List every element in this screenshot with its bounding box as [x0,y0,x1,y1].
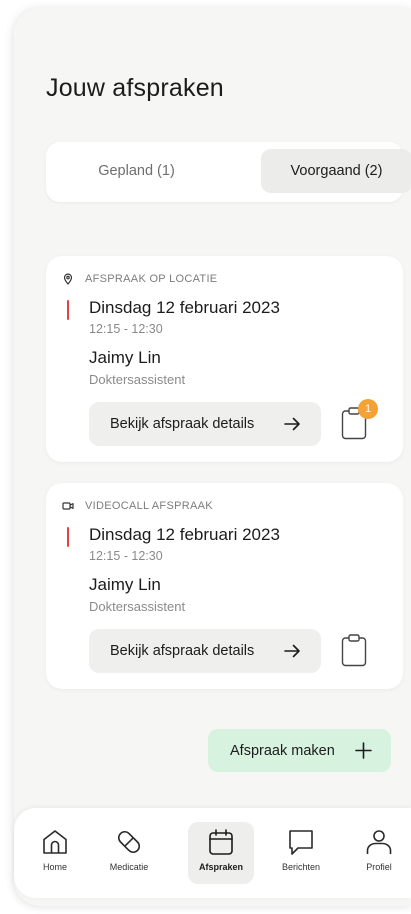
date-accent-bar [67,300,69,320]
view-details-button[interactable]: Bekijk afspraak details [89,402,321,446]
nav-label-medication: Medicatie [109,862,149,872]
arrow-right-icon [284,644,300,658]
notification-badge: 1 [358,399,378,419]
plus-icon [355,742,372,759]
date-accent-bar [67,527,69,547]
nav-label-home: Home [42,862,67,872]
nav-label-appointments: Afspraken [198,862,243,872]
practitioner-role: Doktersassistent [89,372,186,387]
appointment-type-row: VIDEOCALL AFSPRAAK [62,500,213,512]
bottom-navigation: Home Medicatie Afspraken Berichten Profi… [14,808,411,898]
nav-item-appointments[interactable]: Afspraken [188,822,254,884]
make-appointment-label: Afspraak maken [230,742,335,759]
appointment-card: AFSPRAAK OP LOCATIE Dinsdag 12 februari … [46,256,403,462]
make-appointment-button[interactable]: Afspraak maken [208,729,391,772]
tab-planned[interactable]: Gepland (1) [61,149,212,193]
arrow-right-icon [284,417,300,431]
nav-item-medication[interactable]: Medicatie [98,822,160,884]
view-details-label: Bekijk afspraak details [110,643,255,659]
appointment-date: Dinsdag 12 februari 2023 [89,298,280,317]
nav-label-profile: Profiel [366,862,392,872]
video-camera-icon [62,502,74,510]
nav-label-messages: Berichten [281,862,321,872]
location-pin-icon [63,273,73,285]
nav-item-home[interactable]: Home [24,822,86,884]
view-details-button[interactable]: Bekijk afspraak details [89,629,321,673]
appointment-time: 12:15 - 12:30 [89,549,163,563]
tab-past[interactable]: Voorgaand (2) [261,149,411,193]
view-details-label: Bekijk afspraak details [110,416,255,432]
nav-item-profile[interactable]: Profiel [348,822,410,884]
home-icon [43,830,67,854]
appointment-date: Dinsdag 12 februari 2023 [89,525,280,544]
practitioner-name: Jaimy Lin [89,575,161,594]
person-icon [366,830,392,854]
practitioner-role: Doktersassistent [89,599,186,614]
chat-bubble-icon [289,830,313,855]
appointment-card: VIDEOCALL AFSPRAAK Dinsdag 12 februari 2… [46,483,403,689]
nav-item-messages[interactable]: Berichten [270,822,332,884]
clipboard-icon[interactable] [341,633,367,667]
appointment-type-label: AFSPRAAK OP LOCATIE [85,273,218,285]
appointment-type-label: VIDEOCALL AFSPRAAK [85,500,213,512]
pill-icon [117,830,141,854]
practitioner-name: Jaimy Lin [89,348,161,367]
calendar-icon [209,829,233,855]
appointments-segmented-control: Gepland (1) Voorgaand (2) [46,142,411,202]
appointment-type-row: AFSPRAAK OP LOCATIE [62,273,217,285]
page-title: Jouw afspraken [46,74,224,102]
appointment-time: 12:15 - 12:30 [89,322,163,336]
